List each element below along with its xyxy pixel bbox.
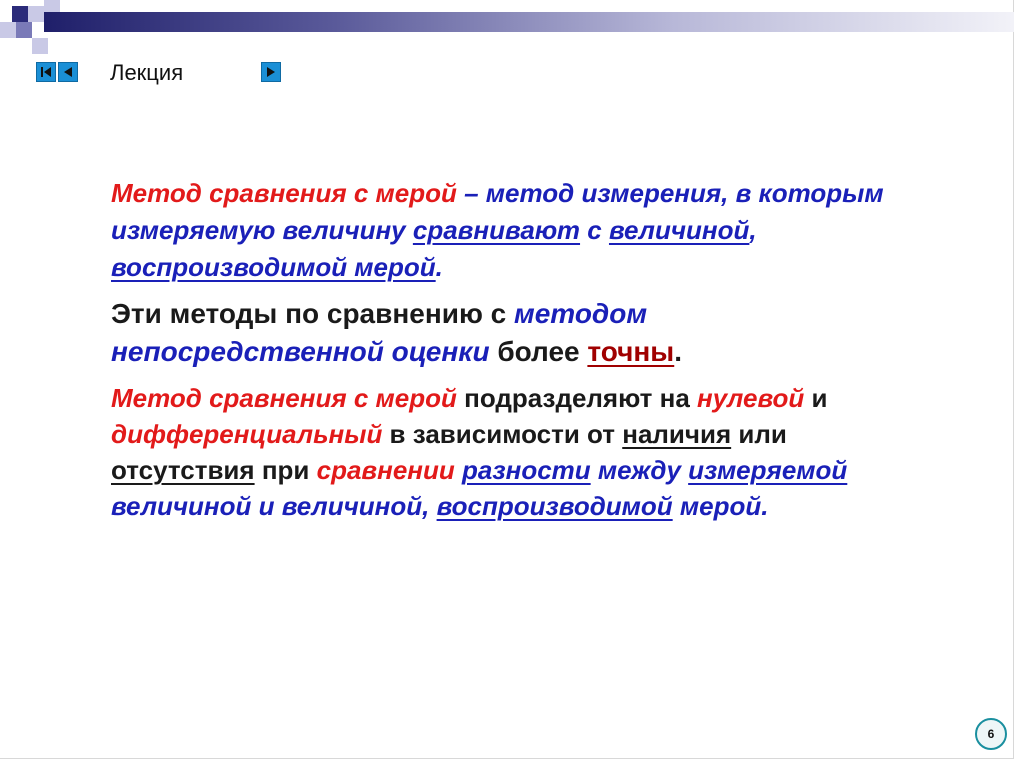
underlined-span: отсутствия — [111, 455, 255, 485]
comparison-paragraph: Эти методы по сравнению с методом непоср… — [111, 295, 911, 371]
text-span: при — [254, 455, 317, 485]
underlined-span: наличия — [622, 419, 732, 449]
text-span: с — [580, 215, 609, 245]
term-span: дифференциальный — [111, 419, 383, 449]
lecture-label: Лекция — [110, 60, 184, 85]
text-span: подразделяют на — [456, 383, 697, 413]
text-span: . — [674, 336, 683, 367]
prev-slide-icon[interactable] — [58, 62, 78, 82]
deco-square — [32, 38, 48, 54]
underlined-span: измеряемой — [688, 455, 848, 485]
text-span: . — [435, 252, 443, 282]
page-number-badge: 6 — [975, 718, 1007, 750]
deco-square — [12, 6, 28, 22]
first-slide-icon[interactable] — [36, 62, 56, 82]
text-span: более — [489, 336, 588, 367]
next-slide-icon[interactable] — [261, 62, 281, 82]
title-bar-gradient — [44, 12, 1014, 32]
text-span: Эти методы по сравнению с — [111, 298, 514, 329]
underlined-span: точны — [587, 336, 675, 367]
text-span: , — [749, 215, 757, 245]
term-span: сравнении — [316, 455, 455, 485]
underlined-span: воспроизводимой — [436, 491, 673, 521]
underlined-span: разности — [462, 455, 591, 485]
term-span: Метод сравнения с мерой — [111, 178, 457, 208]
term-span: нулевой — [697, 383, 805, 413]
text-span: и — [804, 383, 828, 413]
deco-square — [16, 22, 32, 38]
text-span: величиной и величиной, — [111, 491, 437, 521]
deco-square — [28, 6, 44, 22]
term-span: Метод сравнения с мерой — [111, 383, 457, 413]
underlined-span: сравнивают — [412, 215, 581, 245]
text-span: в зависимости от — [382, 419, 623, 449]
underlined-span: воспроизводимой мерой — [111, 252, 436, 282]
underlined-span: величиной — [608, 215, 750, 245]
definition-paragraph: Метод сравнения с мерой – метод измерени… — [111, 175, 911, 286]
slide-content: Метод сравнения с мерой – метод измерени… — [111, 175, 911, 533]
classification-paragraph: Метод сравнения с мерой подразделяют на … — [111, 380, 911, 524]
text-span: между — [590, 455, 689, 485]
deco-square — [0, 22, 16, 38]
text-span: или — [731, 419, 787, 449]
text-span — [455, 455, 462, 485]
text-span: мерой. — [672, 491, 769, 521]
